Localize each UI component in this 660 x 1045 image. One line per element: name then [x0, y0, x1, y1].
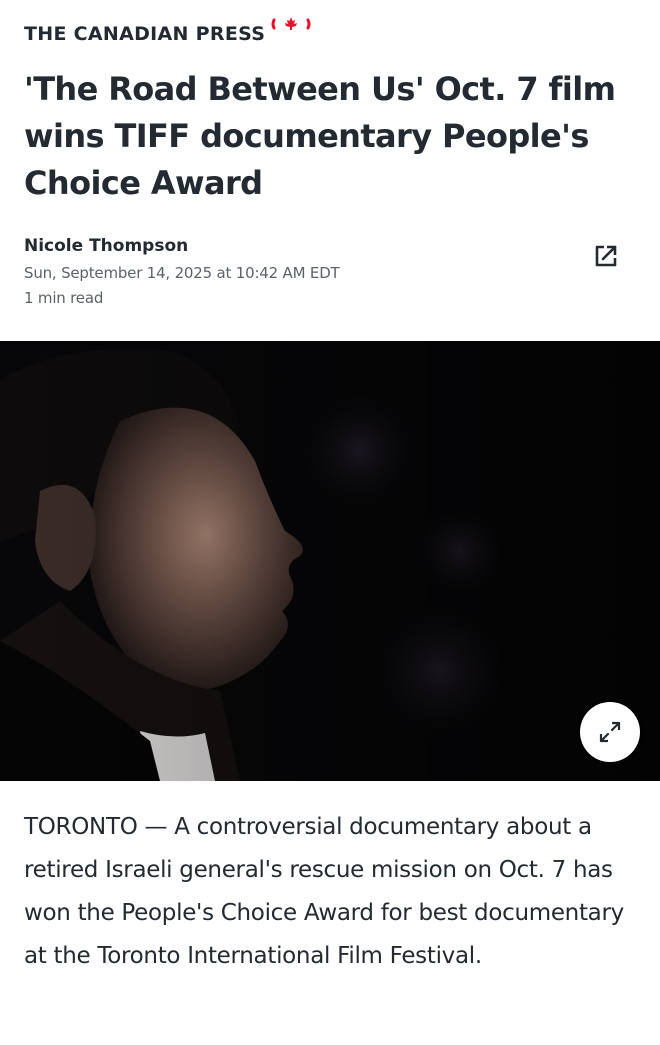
photo-portrait: [0, 341, 660, 781]
source-name: THE CANADIAN PRESS: [24, 23, 266, 45]
expand-image-button[interactable]: [580, 702, 640, 762]
external-share-icon: [595, 245, 617, 267]
publish-date: Sun, September 14, 2025 at 10:42 AM EDT: [24, 264, 340, 282]
read-time: 1 min read: [24, 289, 104, 307]
article-photo[interactable]: [0, 341, 660, 781]
article-header: THE CANADIAN PRESS 'The Road Between Us'…: [0, 0, 660, 340]
source-brand[interactable]: THE CANADIAN PRESS: [24, 17, 311, 46]
article-title: 'The Road Between Us' Oct. 7 film wins T…: [24, 70, 616, 202]
expand-arrows-icon: [599, 721, 621, 743]
share-button[interactable]: [586, 236, 626, 276]
author-name[interactable]: Nicole Thompson: [24, 236, 188, 256]
canada-flag-icon: [271, 17, 311, 30]
article-lead-paragraph: TORONTO — A controversial documentary ab…: [24, 814, 624, 969]
